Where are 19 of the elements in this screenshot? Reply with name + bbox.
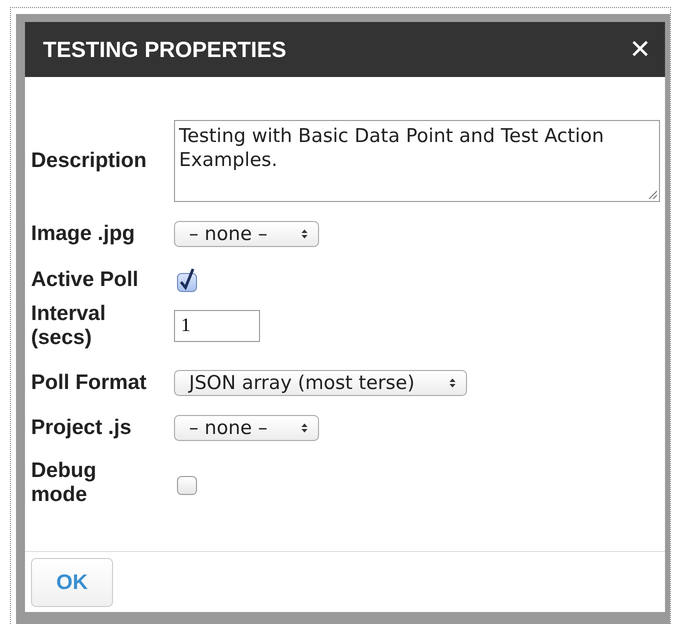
field-label: Active Poll [31,268,140,292]
field-label: Poll Format [31,371,148,395]
resize-grip-icon[interactable] [648,190,657,199]
field-label: Debug mode [31,459,98,507]
updown-arrows-icon [301,229,308,239]
close-button[interactable]: ✕ [629,36,651,62]
description-field[interactable]: Testing with Basic Data Point and Test Action Examples. [174,120,660,202]
updown-arrows-icon [448,378,456,388]
field-label: Project .js [31,416,132,440]
field-label: Description [31,149,148,173]
dropdown[interactable]: JSON array (most terse) [174,370,467,396]
updown-arrows-icon [301,423,308,433]
interval-field[interactable]: 1 [174,310,260,342]
checkbox[interactable] [176,267,198,293]
dialog-title: TESTING PROPERTIES [43,36,286,62]
field-label: Interval (secs) [31,302,107,350]
field-label: Image .jpg [31,222,136,246]
dropdown[interactable]: – none – [174,221,320,247]
dropdown[interactable]: – none – [174,415,320,441]
